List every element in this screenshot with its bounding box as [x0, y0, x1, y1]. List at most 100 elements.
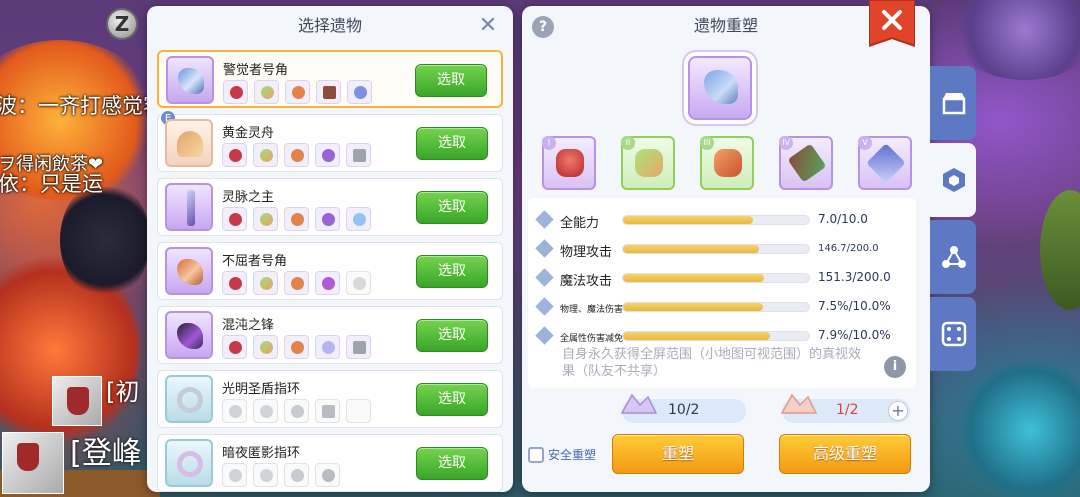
orb-icon — [315, 143, 340, 167]
close-icon[interactable]: ✕ — [477, 15, 499, 37]
stat-value: 151.3/200.0 — [818, 270, 891, 284]
tab-relic[interactable] — [930, 143, 976, 217]
slot-wand-icon[interactable]: IV — [779, 136, 833, 190]
selected-relic-icon[interactable] — [688, 56, 752, 120]
helmet-icon — [222, 207, 247, 231]
gem-icon — [253, 335, 278, 359]
bar-icon — [346, 335, 371, 359]
material-row — [222, 335, 371, 359]
scale-icon — [284, 143, 309, 167]
boat-relic-icon — [165, 119, 213, 167]
add-button[interactable]: + — [888, 401, 908, 421]
list-item[interactable]: 警觉者号角 选取 — [157, 50, 503, 108]
material-slots: I II III IV V — [542, 136, 912, 190]
z-badge-icon[interactable]: Z — [106, 8, 138, 40]
safe-reshape-checkbox[interactable]: 安全重塑 — [528, 446, 596, 463]
blade-relic-icon — [165, 311, 213, 359]
dice-icon — [941, 321, 967, 347]
wand-icon — [316, 80, 341, 104]
stat-value: 146.7/200.0 — [818, 243, 879, 254]
tab-share[interactable] — [930, 220, 976, 294]
select-button[interactable]: 选取 — [416, 255, 488, 288]
cost-pill: 1/2 + — [780, 393, 910, 423]
gem-icon — [253, 271, 278, 295]
list-item[interactable]: 灵脉之主 选取 — [157, 178, 503, 236]
gem-icon — [253, 207, 278, 231]
stat-label: 魔法攻击 — [560, 274, 613, 289]
select-button[interactable]: 选取 — [415, 64, 487, 97]
select-button[interactable]: 选取 — [416, 127, 488, 160]
relic-list[interactable]: 警觉者号角 选取 E 黄金灵舟 选取 — [157, 50, 503, 492]
slot-gem-icon[interactable]: II — [621, 136, 675, 190]
diamond-icon — [535, 326, 554, 345]
stat-row: 物理、魔法伤害 7.5%/10.0% — [528, 297, 916, 317]
diamond-icon — [535, 297, 554, 316]
select-button[interactable]: 选取 — [416, 319, 488, 352]
scale-icon — [285, 80, 310, 104]
help-icon[interactable]: ? — [532, 16, 554, 38]
cost-value: 1/2 — [836, 402, 859, 418]
stat-label: 物理攻击 — [560, 245, 613, 260]
avatar[interactable] — [2, 432, 64, 494]
scale-icon — [284, 463, 309, 487]
stat-bar — [622, 273, 810, 283]
stat-value: 7.5%/10.0% — [818, 299, 891, 313]
bottle-icon — [253, 399, 278, 423]
select-button[interactable]: 选取 — [416, 383, 488, 416]
armor-icon — [315, 463, 340, 487]
tab-dice[interactable] — [930, 297, 976, 371]
advanced-reshape-button[interactable]: 高级重塑 — [779, 434, 911, 474]
shop-icon — [942, 93, 966, 115]
slot-scale-icon[interactable]: III — [700, 136, 754, 190]
effect-description: 自身永久获得全屏范围（小地图可视范围）的真视效果（队友不共享） — [562, 347, 862, 379]
scale-icon — [284, 399, 309, 423]
helmet-icon — [222, 335, 247, 359]
slot-number: I — [542, 136, 556, 150]
info-icon[interactable]: i — [884, 356, 906, 378]
stat-row: 魔法攻击 151.3/200.0 — [528, 268, 916, 289]
share-icon — [942, 246, 966, 268]
stat-label: 物理、魔法伤害 — [560, 305, 624, 315]
avatar[interactable] — [52, 376, 102, 426]
jellyfish-icon — [315, 335, 340, 359]
scroll-indicator — [400, 482, 480, 486]
helmet-icon — [223, 80, 248, 104]
select-button[interactable]: 选取 — [416, 447, 488, 480]
stat-label: 全能力 — [560, 216, 600, 231]
slot-number: IV — [779, 136, 793, 150]
stat-row: 全属性伤害减免 7.9%/10.0% — [528, 326, 916, 346]
checkbox-label: 安全重塑 — [548, 448, 597, 462]
relic-name: 警觉者号角 — [223, 63, 289, 78]
scale-icon — [284, 335, 309, 359]
helmet-icon — [222, 271, 247, 295]
list-item[interactable]: 不屈者号角 选取 — [157, 242, 503, 300]
material-row — [223, 80, 372, 104]
crystal-pile-icon — [620, 393, 658, 414]
reshape-button[interactable]: 重塑 — [612, 434, 744, 474]
chat-line: 依：只是运 — [0, 172, 103, 196]
material-row — [222, 463, 340, 487]
select-button[interactable]: 选取 — [416, 191, 488, 224]
list-item[interactable]: 混沌之锋 选取 — [157, 306, 503, 364]
relic-name: 黄金灵舟 — [222, 126, 275, 141]
diamond-icon — [535, 268, 554, 287]
orb-icon — [315, 271, 340, 295]
close-icon[interactable] — [869, 0, 915, 52]
player-name-tag: [登峰 — [70, 436, 142, 471]
list-item[interactable]: E 黄金灵舟 选取 — [157, 110, 503, 172]
list-item[interactable]: 光明圣盾指环 选取 — [157, 370, 503, 428]
scale-icon — [284, 207, 309, 231]
relic-name: 光明圣盾指环 — [222, 382, 301, 397]
checkbox[interactable] — [528, 446, 544, 463]
material-row — [222, 399, 371, 423]
slot-helmet-icon[interactable]: I — [542, 136, 596, 190]
tab-shop[interactable] — [930, 66, 976, 140]
slot-number: III — [700, 136, 714, 150]
empty-slot — [346, 399, 371, 423]
ring-relic-icon — [165, 439, 213, 487]
gem-icon — [254, 80, 279, 104]
bar-icon — [346, 143, 371, 167]
slot-crystal-icon[interactable]: V — [858, 136, 912, 190]
stat-bar — [622, 215, 810, 225]
stat-bar — [622, 331, 810, 341]
